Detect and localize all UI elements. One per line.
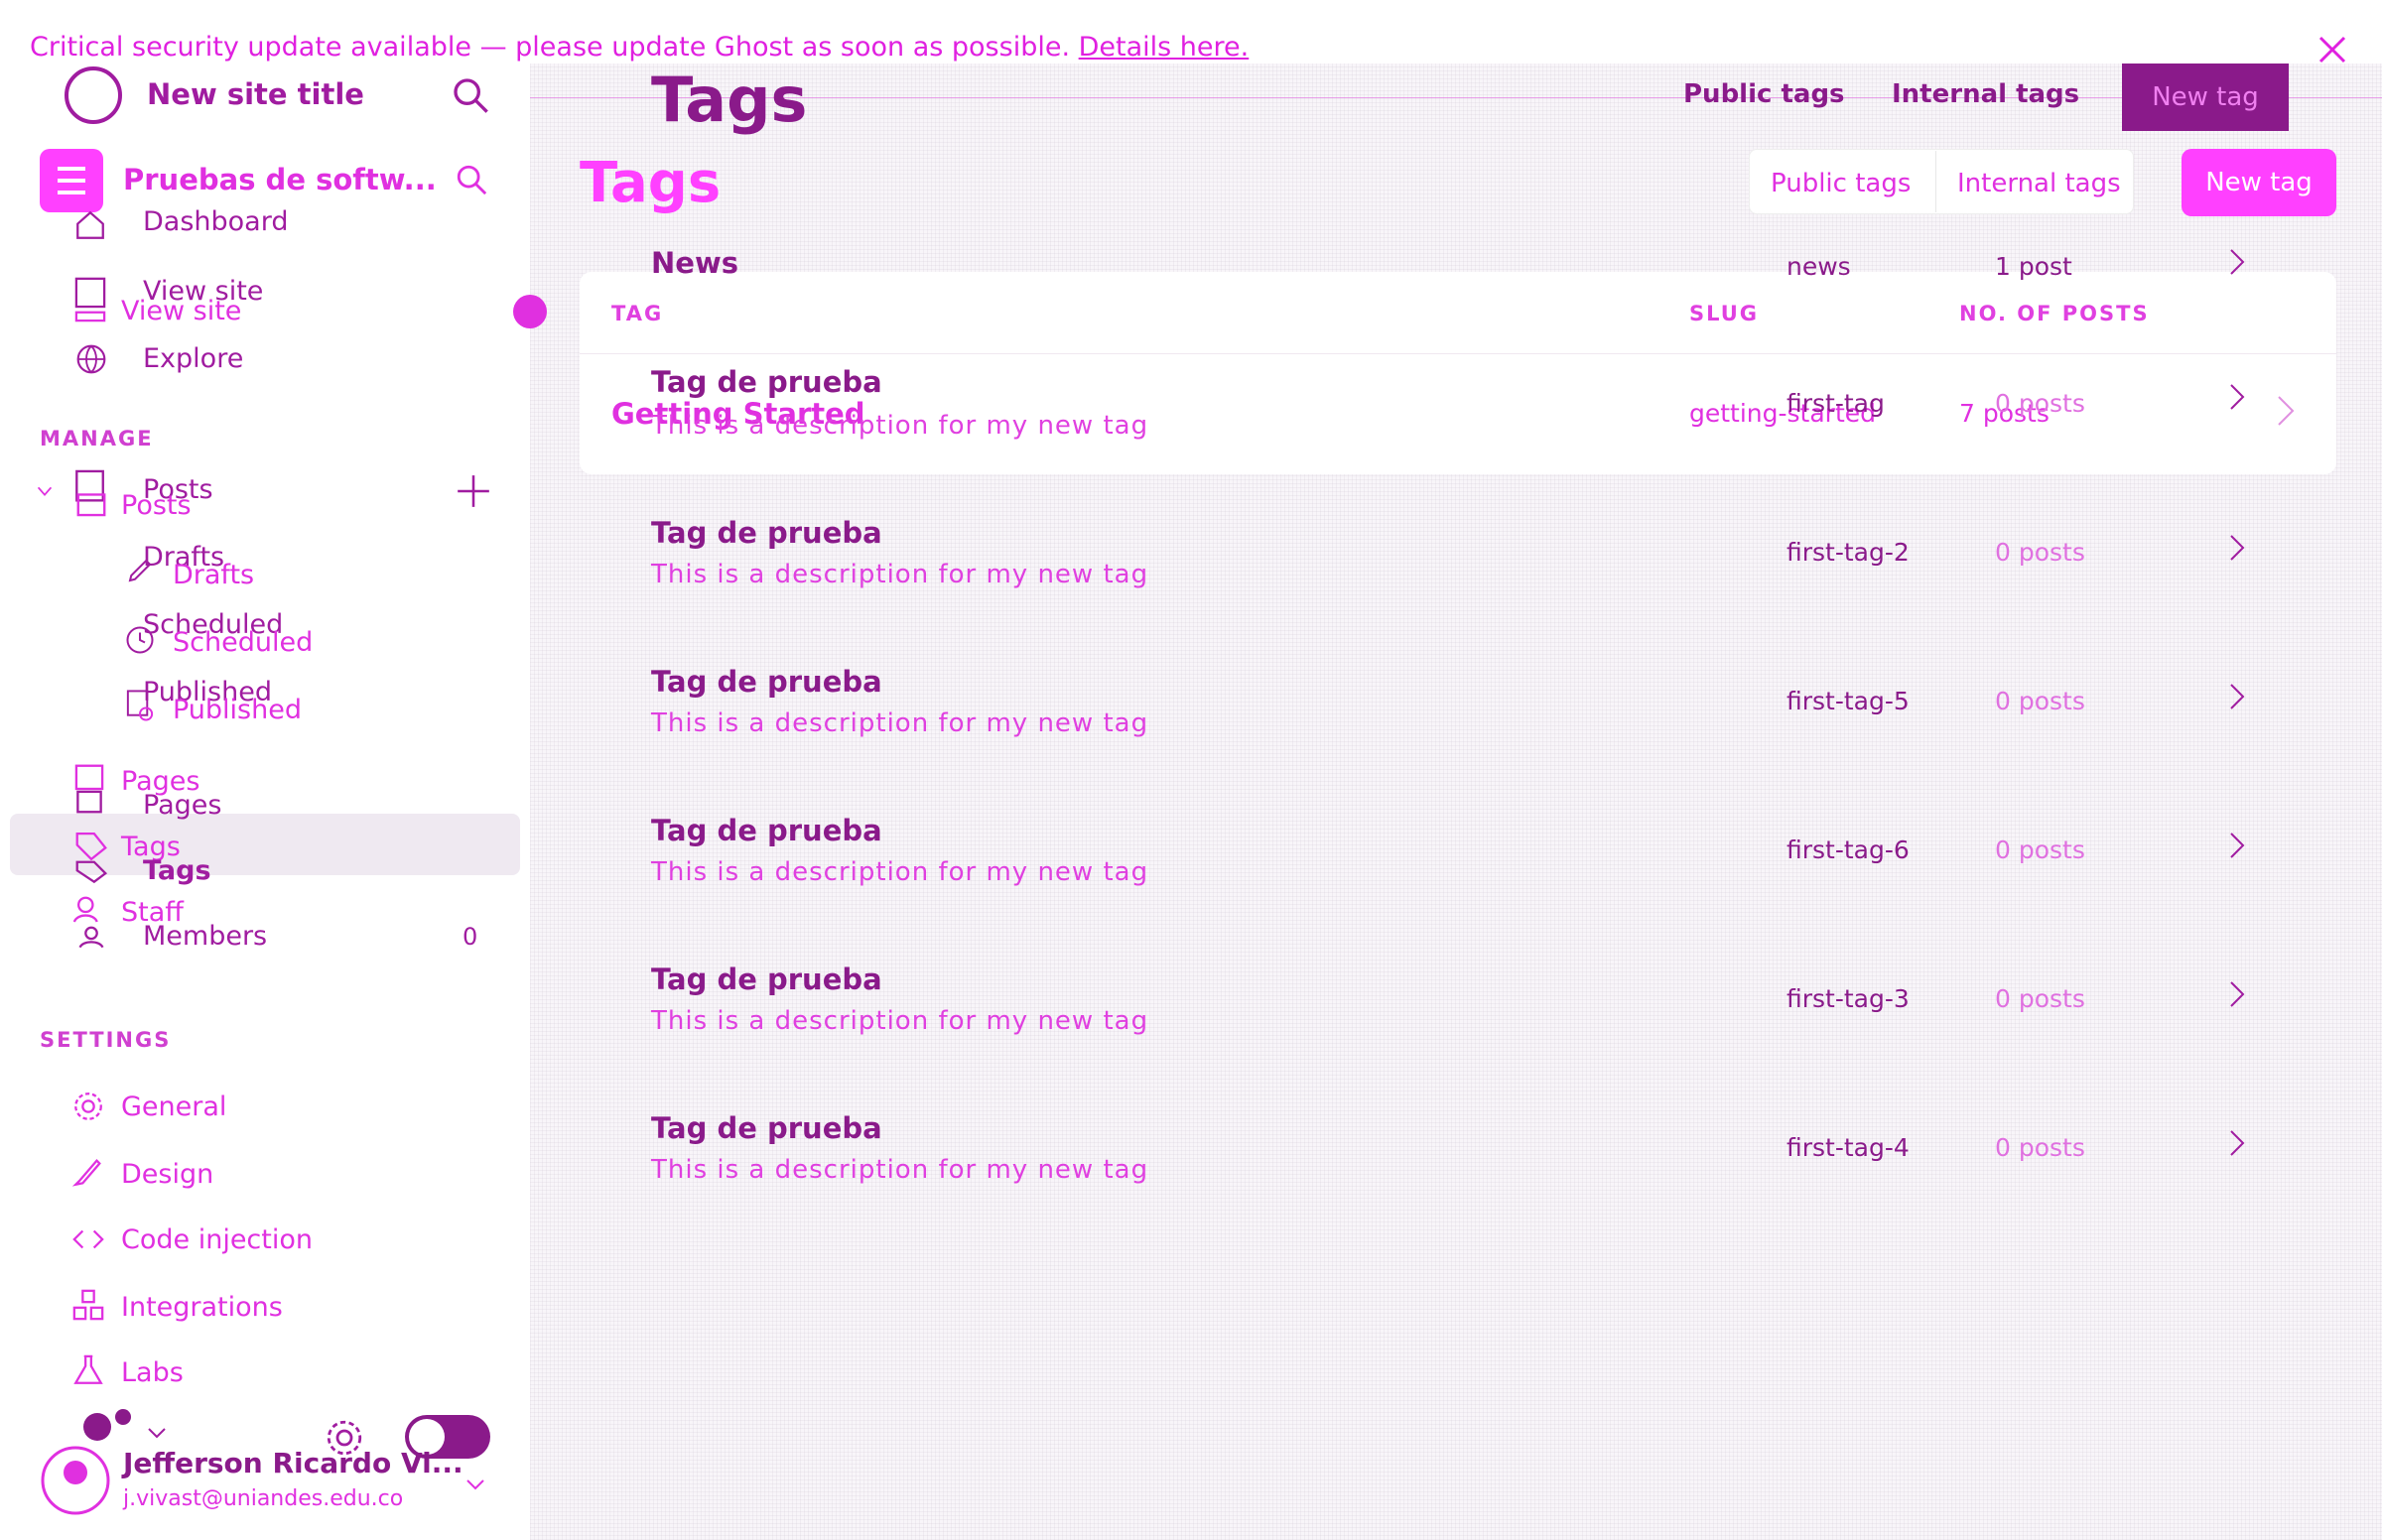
banner-details-link[interactable]: Details here. <box>1079 32 1250 63</box>
sidebar-item-dashboard[interactable]: Dashboard <box>143 206 288 237</box>
tag-slug: first-tag-5 <box>1786 687 1910 715</box>
flask-icon <box>71 1353 105 1387</box>
sidebar-item-tags-ghost: Tags <box>143 855 211 886</box>
tag-slug: first-tag-2 <box>1786 538 1910 567</box>
tag-name[interactable]: News <box>651 246 738 280</box>
table-header-divider <box>580 353 2336 354</box>
members-count: 0 <box>463 923 478 951</box>
tag-posts[interactable]: 0 posts <box>1995 835 2085 864</box>
tag-posts[interactable]: 0 posts <box>1995 984 2085 1013</box>
site-icon[interactable] <box>40 149 103 212</box>
banner-text: Critical security update available — ple… <box>30 32 1071 63</box>
tag-description: This is a description for my new tag <box>651 411 1149 441</box>
search-icon[interactable] <box>455 163 488 196</box>
site-name[interactable]: Pruebas de softw... <box>123 163 437 196</box>
user-dots-icon <box>81 1407 131 1443</box>
segment-divider <box>1935 151 1936 212</box>
chevron-down-icon[interactable] <box>463 1476 488 1494</box>
tag-slug: first-tag-6 <box>1786 835 1910 864</box>
chevron-right-icon[interactable] <box>2227 978 2247 1010</box>
column-header-slug: SLUG <box>1689 302 1760 325</box>
tag-icon <box>71 828 111 885</box>
new-tag-button-ghost: New tag <box>2122 64 2289 131</box>
tag-posts[interactable]: 1 post <box>1995 252 2072 281</box>
tag-slug: first-tag <box>1786 389 1885 418</box>
tag-name[interactable]: Tag de prueba <box>651 1111 882 1145</box>
column-header-posts: NO. OF POSTS <box>1959 302 2150 325</box>
new-tag-button[interactable]: New tag <box>2182 149 2336 216</box>
site-title[interactable]: New site title <box>147 77 364 111</box>
settings-heading: SETTINGS <box>40 1028 172 1052</box>
sidebar-item-view-site-ghost: View site <box>121 296 242 326</box>
pages-icon <box>73 762 105 816</box>
tag-posts[interactable]: 0 posts <box>1995 1133 2085 1162</box>
settings-item-integrations[interactable]: Integrations <box>121 1292 283 1323</box>
sidebar-item-posts-ghost: Posts <box>121 490 192 521</box>
tag-posts[interactable]: 0 posts <box>1995 687 2085 715</box>
chevron-right-icon[interactable] <box>2227 532 2247 564</box>
view-site-icon <box>73 276 107 323</box>
globe-icon <box>75 343 107 375</box>
sidebar-item-scheduled-ghost: Scheduled <box>173 627 314 658</box>
tag-name[interactable]: Tag de prueba <box>651 814 882 847</box>
chevron-right-icon[interactable] <box>2227 1127 2247 1159</box>
tag-name[interactable]: Tag de prueba <box>651 516 882 550</box>
sidebar-item-members[interactable]: Members <box>143 921 267 952</box>
tab-internal-tags-ghost: Internal tags <box>1892 79 2080 109</box>
sidebar-item-drafts-ghost: Drafts <box>173 560 255 590</box>
chevron-right-icon[interactable] <box>2227 830 2247 861</box>
settings-item-general[interactable]: General <box>121 1091 226 1122</box>
manage-heading: MANAGE <box>40 427 154 450</box>
tag-name[interactable]: Tag de prueba <box>651 365 882 399</box>
tag-name[interactable]: Tag de prueba <box>651 665 882 699</box>
search-icon[interactable] <box>451 75 490 115</box>
settings-item-design[interactable]: Design <box>121 1159 213 1190</box>
tab-internal-tags[interactable]: Internal tags <box>1957 169 2121 198</box>
sidebar-item-explore[interactable]: Explore <box>143 343 243 374</box>
user-name[interactable]: Jefferson Ricardo Vi... <box>123 1447 463 1479</box>
chevron-right-icon[interactable] <box>2275 393 2297 429</box>
add-post-icon[interactable] <box>455 472 492 510</box>
sidebar-item-published-ghost: Published <box>173 695 302 725</box>
chevron-right-icon[interactable] <box>2227 246 2247 278</box>
tag-description: This is a description for my new tag <box>651 560 1149 589</box>
tag-description: This is a description for my new tag <box>651 857 1149 887</box>
tag-posts[interactable]: 0 posts <box>1995 389 2085 418</box>
chevron-down-icon[interactable] <box>145 1425 169 1443</box>
staff-icon <box>71 893 111 951</box>
tag-slug: first-tag-3 <box>1786 984 1910 1013</box>
chevron-right-icon[interactable] <box>2227 681 2247 712</box>
brush-icon <box>71 1155 105 1189</box>
page-title: Tags <box>580 151 722 215</box>
integrations-icon <box>71 1288 105 1322</box>
sidebar-item-pages-ghost: Pages <box>143 790 222 821</box>
notification-dot <box>512 294 548 329</box>
chevron-down-icon[interactable] <box>34 480 56 502</box>
settings-item-code-injection[interactable]: Code injection <box>121 1224 313 1255</box>
tag-description: This is a description for my new tag <box>651 1155 1149 1185</box>
avatar[interactable] <box>40 1445 111 1516</box>
close-icon[interactable] <box>2315 32 2350 67</box>
tag-slug: news <box>1786 252 1851 281</box>
code-icon <box>71 1222 105 1256</box>
settings-item-labs[interactable]: Labs <box>121 1357 184 1388</box>
tab-public-tags[interactable]: Public tags <box>1771 169 1911 198</box>
chevron-right-icon[interactable] <box>2227 381 2247 413</box>
tag-name[interactable]: Tag de prueba <box>651 962 882 996</box>
tag-posts[interactable]: 0 posts <box>1995 538 2085 567</box>
site-logo-icon[interactable] <box>64 65 123 125</box>
tag-slug: first-tag-4 <box>1786 1133 1910 1162</box>
header-divider <box>530 97 2382 98</box>
home-icon <box>73 208 107 242</box>
banner-message: Critical security update available — ple… <box>30 32 1249 63</box>
posts-icon <box>73 468 109 518</box>
gear-icon <box>71 1090 105 1123</box>
tab-public-tags-ghost: Public tags <box>1683 79 1845 109</box>
tag-description: This is a description for my new tag <box>651 1006 1149 1036</box>
user-email: j.vivast@uniandes.edu.co <box>123 1486 404 1511</box>
column-header-tag: TAG <box>611 302 664 325</box>
tag-description: This is a description for my new tag <box>651 708 1149 738</box>
security-banner: Critical security update available — ple… <box>0 0 2382 64</box>
page-title-ghost: Tags <box>651 64 808 136</box>
